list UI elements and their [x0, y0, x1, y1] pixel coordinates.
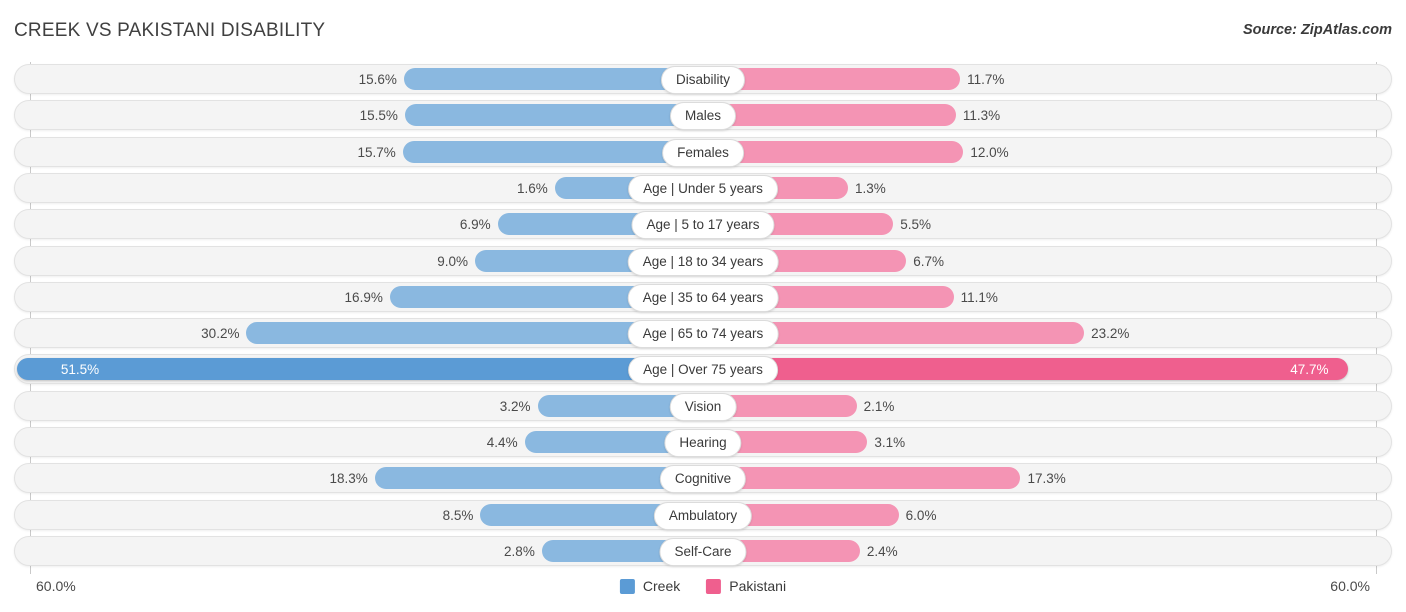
value-label-pakistani: 3.1% — [874, 433, 905, 452]
table-row[interactable]: 1.6% 1.3% Age | Under 5 years — [14, 173, 1392, 203]
row-category-label: Age | 18 to 34 years — [628, 248, 779, 276]
row-category-label: Hearing — [664, 429, 741, 457]
row-category-label: Age | Under 5 years — [628, 175, 778, 203]
value-label-pakistani: 2.4% — [867, 542, 898, 561]
value-label-pakistani: 6.7% — [913, 252, 944, 271]
value-label-creek: 6.9% — [460, 215, 491, 234]
value-label-creek: 3.2% — [500, 397, 531, 416]
page-header: CREEK VS PAKISTANI DISABILITY Source: Zi… — [0, 0, 1406, 60]
table-row[interactable]: 2.8% 2.4% Self-Care — [14, 536, 1392, 566]
value-label-creek: 4.4% — [487, 433, 518, 452]
table-row[interactable]: 3.2% 2.1% Vision — [14, 391, 1392, 421]
row-category-label: Females — [662, 139, 744, 167]
bar-creek[interactable] — [17, 358, 688, 380]
value-label-pakistani: 11.7% — [967, 70, 1004, 89]
value-label-pakistani: 23.2% — [1091, 324, 1129, 343]
value-label-creek: 15.7% — [357, 143, 395, 162]
table-row[interactable]: 30.2% 23.2% Age | 65 to 74 years — [14, 318, 1392, 348]
value-label-creek: 1.6% — [517, 179, 548, 198]
value-label-creek: 30.2% — [201, 324, 239, 343]
chart-page: CREEK VS PAKISTANI DISABILITY Source: Zi… — [0, 0, 1406, 612]
table-row[interactable]: 4.4% 3.1% Hearing — [14, 427, 1392, 457]
value-label-creek: 16.9% — [345, 288, 383, 307]
value-label-pakistani: 17.3% — [1027, 469, 1065, 488]
value-label-creek: 15.6% — [359, 70, 397, 89]
table-row[interactable]: 6.9% 5.5% Age | 5 to 17 years — [14, 209, 1392, 239]
axis-label-right: 60.0% — [1330, 578, 1370, 594]
bar-pakistani[interactable] — [718, 395, 857, 417]
value-label-pakistani: 1.3% — [855, 179, 886, 198]
value-label-pakistani: 5.5% — [900, 215, 931, 234]
chart-footer: 60.0% 60.0% Creek Pakistani — [0, 570, 1406, 612]
value-label-pakistani: 11.3% — [963, 106, 1000, 125]
table-row[interactable]: 18.3% 17.3% Cognitive — [14, 463, 1392, 493]
table-row[interactable]: 15.7% 12.0% Females — [14, 137, 1392, 167]
row-category-label: Age | Over 75 years — [628, 356, 778, 384]
bar-creek[interactable] — [404, 68, 688, 90]
value-label-creek: 2.8% — [504, 542, 535, 561]
page-title: CREEK VS PAKISTANI DISABILITY — [14, 20, 325, 42]
table-row[interactable]: 15.6% 11.7% Disability — [14, 64, 1392, 94]
value-label-pakistani: 2.1% — [864, 397, 895, 416]
axis-label-left: 60.0% — [36, 578, 76, 594]
bar-creek[interactable] — [246, 322, 688, 344]
value-label-creek: 8.5% — [443, 506, 474, 525]
table-row[interactable]: 9.0% 6.7% Age | 18 to 34 years — [14, 246, 1392, 276]
table-row[interactable]: 51.5% 47.7% Age | Over 75 years — [14, 354, 1392, 384]
row-category-label: Ambulatory — [654, 502, 752, 530]
bar-creek[interactable] — [375, 467, 688, 489]
row-category-label: Age | 5 to 17 years — [631, 211, 774, 239]
value-label-creek: 18.3% — [329, 469, 367, 488]
row-category-label: Age | 35 to 64 years — [628, 284, 779, 312]
value-label-pakistani: 11.1% — [961, 288, 998, 307]
row-category-label: Cognitive — [660, 465, 746, 493]
legend-label-creek: Creek — [643, 578, 680, 594]
legend-label-pakistani: Pakistani — [729, 578, 786, 594]
bar-creek[interactable] — [403, 141, 688, 163]
table-row[interactable]: 15.5% 11.3% Males — [14, 100, 1392, 130]
bar-creek[interactable] — [538, 395, 688, 417]
row-category-label: Age | 65 to 74 years — [628, 320, 779, 348]
legend-item-pakistani[interactable]: Pakistani — [706, 578, 786, 594]
diverging-bar-chart: 15.6% 11.7% Disability 15.5% 11.3% Males 15.7%… — [0, 62, 1406, 570]
chart-legend: Creek Pakistani — [620, 578, 786, 594]
value-label-creek: 9.0% — [437, 252, 468, 271]
value-label-pakistani: 6.0% — [906, 506, 937, 525]
row-category-label: Disability — [661, 66, 745, 94]
bar-pakistani[interactable] — [718, 104, 956, 126]
bar-pakistani[interactable] — [718, 358, 1348, 380]
table-row[interactable]: 8.5% 6.0% Ambulatory — [14, 500, 1392, 530]
bar-pakistani[interactable] — [718, 467, 1020, 489]
value-label-pakistani: 12.0% — [970, 143, 1008, 162]
bar-pakistani[interactable] — [718, 68, 960, 90]
bar-creek[interactable] — [405, 104, 688, 126]
row-category-label: Self-Care — [659, 538, 746, 566]
row-category-label: Vision — [670, 393, 737, 421]
value-label-creek: 51.5% — [61, 360, 99, 379]
value-label-pakistani: 47.7% — [1290, 360, 1328, 379]
legend-swatch-pakistani — [706, 579, 721, 594]
legend-swatch-creek — [620, 579, 635, 594]
value-label-creek: 15.5% — [360, 106, 398, 125]
table-row[interactable]: 16.9% 11.1% Age | 35 to 64 years — [14, 282, 1392, 312]
source-attribution: Source: ZipAtlas.com — [1243, 22, 1392, 38]
legend-item-creek[interactable]: Creek — [620, 578, 680, 594]
row-category-label: Males — [670, 102, 736, 130]
bar-pakistani[interactable] — [718, 141, 963, 163]
